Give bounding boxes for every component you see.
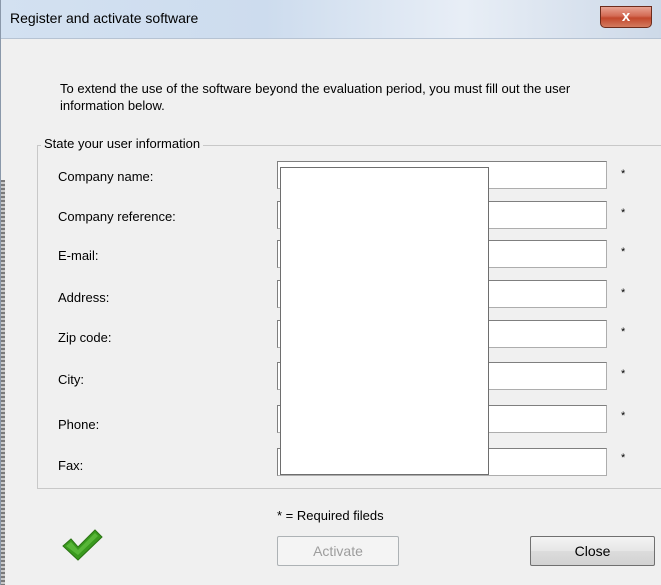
left-edge-shadow	[1, 180, 5, 585]
required-mark: *	[621, 207, 626, 219]
window-title: Register and activate software	[10, 10, 199, 26]
required-mark: *	[621, 326, 626, 338]
activate-button[interactable]: Activate	[277, 536, 399, 566]
close-button[interactable]: Close	[530, 536, 655, 566]
city-label: City:	[58, 372, 84, 387]
required-mark: *	[621, 368, 626, 380]
required-mark: *	[621, 168, 626, 180]
required-mark: *	[621, 452, 626, 464]
required-mark: *	[621, 287, 626, 299]
window-close-button[interactable]: x	[600, 6, 652, 28]
email-label: E-mail:	[58, 248, 99, 263]
required-mark: *	[621, 246, 626, 258]
phone-label: Phone:	[58, 417, 100, 432]
register-dialog: Register and activate software x To exte…	[0, 0, 661, 585]
green-check-icon	[62, 529, 103, 561]
address-label: Address:	[58, 290, 110, 305]
required-note: * = Required fileds	[277, 508, 384, 523]
company-name-label: Company name:	[58, 169, 154, 184]
intro-text: To extend the use of the software beyond…	[60, 81, 571, 113]
fax-label: Fax:	[58, 458, 84, 473]
group-legend: State your user information	[41, 136, 204, 151]
title-bar[interactable]: Register and activate software x	[1, 0, 661, 39]
required-mark: *	[621, 410, 626, 422]
close-icon: x	[621, 8, 631, 25]
overlay-panel	[280, 167, 489, 475]
company-reference-label: Company reference:	[58, 209, 176, 224]
zip-code-label: Zip code:	[58, 330, 112, 345]
